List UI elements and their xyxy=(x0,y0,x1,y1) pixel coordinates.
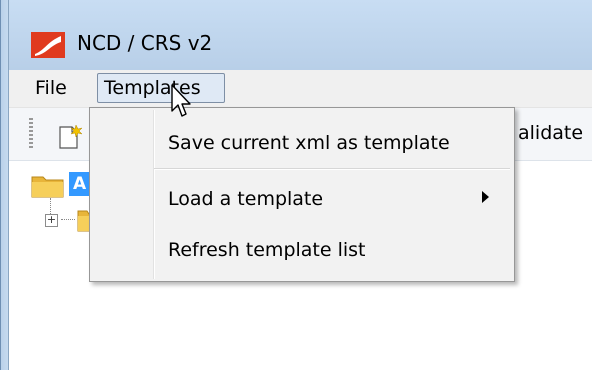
menu-gutter-divider xyxy=(153,110,155,279)
folder-icon xyxy=(31,176,64,198)
menu-item-refresh-template-list[interactable]: Refresh template list xyxy=(168,239,366,261)
templates-dropdown-menu: Save current xml as template Load a temp… xyxy=(89,107,515,282)
app-logo-icon xyxy=(31,32,65,58)
tree-node-selected[interactable]: A xyxy=(69,172,91,196)
window-title: NCD / CRS v2 xyxy=(77,31,213,55)
new-document-icon[interactable] xyxy=(57,124,83,150)
title-bar[interactable]: NCD / CRS v2 xyxy=(9,0,592,70)
app-window: NCD / CRS v2 File Templates alidate A + … xyxy=(0,0,592,370)
menu-file[interactable]: File xyxy=(29,74,73,102)
toolbar-grip[interactable] xyxy=(29,118,33,150)
menu-separator xyxy=(154,168,510,170)
menu-item-load-template[interactable]: Load a template xyxy=(168,188,323,210)
menu-templates[interactable]: Templates xyxy=(97,73,225,103)
window-frame-left xyxy=(0,0,9,370)
menu-bar: File Templates xyxy=(9,70,592,108)
plus-box-icon[interactable]: + xyxy=(45,214,58,227)
triangle-right-icon xyxy=(482,191,489,203)
mouse-pointer-icon xyxy=(171,84,191,117)
menu-item-save-as-template[interactable]: Save current xml as template xyxy=(168,132,450,154)
tree-connector xyxy=(61,219,75,220)
tree-connector xyxy=(50,198,51,214)
validate-button[interactable]: alidate xyxy=(518,122,583,144)
